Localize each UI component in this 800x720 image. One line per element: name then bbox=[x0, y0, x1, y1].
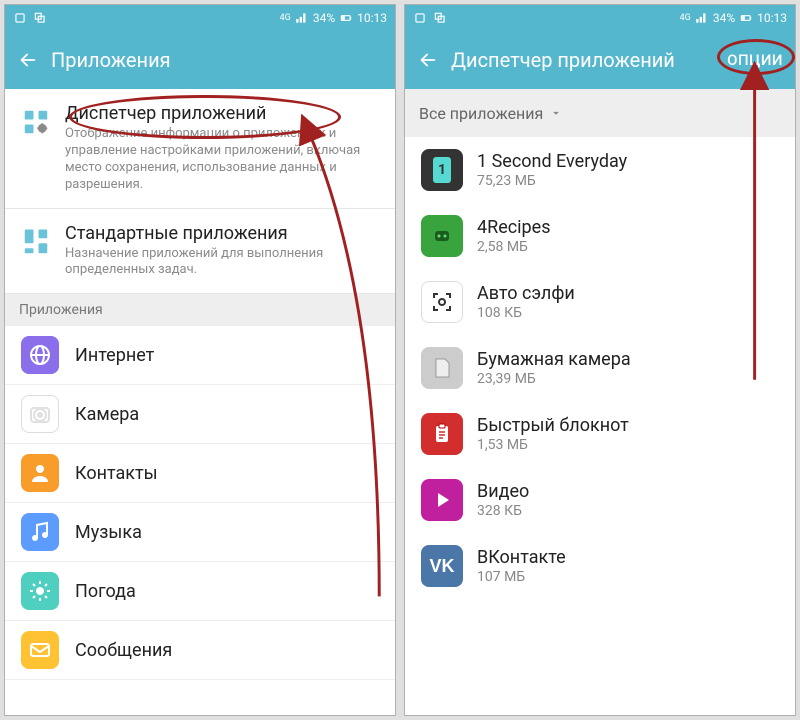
app-name: 4Recipes bbox=[477, 217, 779, 238]
filter-label: Все приложения bbox=[419, 104, 543, 123]
settings-item-subtitle: Отображение информации о приложениях и у… bbox=[65, 126, 379, 194]
app-label: Камера bbox=[75, 404, 379, 425]
app-name: Видео bbox=[477, 481, 779, 502]
network-label: 4G bbox=[280, 13, 291, 23]
app-name: Авто сэлфи bbox=[477, 283, 779, 304]
app-icon bbox=[21, 395, 59, 433]
app-icon bbox=[21, 572, 59, 610]
list-item[interactable]: Музыка bbox=[5, 503, 395, 562]
options-button[interactable]: ОПЦИИ bbox=[727, 51, 783, 69]
app-icon bbox=[421, 215, 463, 257]
section-header: Приложения bbox=[5, 294, 395, 326]
list-item[interactable]: Сообщения bbox=[5, 621, 395, 680]
battery-label: 34% bbox=[313, 11, 335, 25]
battery-icon bbox=[739, 11, 753, 25]
app-label: Музыка bbox=[75, 522, 379, 543]
statusbar: 4G 34% 10:13 bbox=[5, 5, 395, 31]
app-row[interactable]: 4Recipes2,58 МБ bbox=[405, 203, 795, 269]
chevron-down-icon bbox=[549, 106, 563, 120]
app-name: Быстрый блокнот bbox=[477, 415, 779, 436]
app-label: Контакты bbox=[75, 463, 379, 484]
list-item[interactable]: Контакты bbox=[5, 444, 395, 503]
app-icon bbox=[21, 454, 59, 492]
app-name: ВКонтакте bbox=[477, 547, 779, 568]
back-status-icon bbox=[13, 11, 27, 25]
app-size: 107 МБ bbox=[477, 569, 779, 585]
settings-item-title: Диспетчер приложений bbox=[65, 103, 379, 124]
app-name: Бумажная камера bbox=[477, 349, 779, 370]
app-name: 1 Second Everyday bbox=[477, 151, 779, 172]
app-list: Интернет Камера Контакты Музыка Погода Сообще… bbox=[5, 326, 395, 680]
app-size: 108 КБ bbox=[477, 305, 779, 321]
app-size: 23,39 МБ bbox=[477, 371, 779, 387]
app-size: 75,23 МБ bbox=[477, 173, 779, 189]
signal-icon bbox=[295, 11, 309, 25]
app-icon: 1 bbox=[421, 149, 463, 191]
back-status-icon bbox=[413, 11, 427, 25]
app-icon bbox=[421, 413, 463, 455]
app-size: 328 КБ bbox=[477, 503, 779, 519]
app-size: 2,58 МБ bbox=[477, 239, 779, 255]
list-item[interactable]: Погода bbox=[5, 562, 395, 621]
app-list-body: 1 1 Second Everyday75,23 МБ 4Recipes2,58 М… bbox=[405, 137, 795, 715]
battery-label: 34% bbox=[713, 11, 735, 25]
app-list: 1 1 Second Everyday75,23 МБ 4Recipes2,58 М… bbox=[405, 137, 795, 599]
app-label: Интернет bbox=[75, 345, 379, 366]
screenshot-status-icon bbox=[33, 11, 47, 25]
app-row[interactable]: Авто сэлфи108 КБ bbox=[405, 269, 795, 335]
right-phone: 4G 34% 10:13 Диспетчер приложений ОПЦИИ … bbox=[404, 4, 796, 716]
app-label: Сообщения bbox=[75, 640, 379, 661]
header-title: Приложения bbox=[51, 48, 383, 72]
list-item[interactable]: Интернет bbox=[5, 326, 395, 385]
app-icon bbox=[421, 281, 463, 323]
time-label: 10:13 bbox=[357, 11, 387, 25]
app-row[interactable]: 1 1 Second Everyday75,23 МБ bbox=[405, 137, 795, 203]
apps-icon bbox=[21, 227, 51, 257]
app-row[interactable]: VK ВКонтакте107 МБ bbox=[405, 533, 795, 599]
app-icon bbox=[21, 631, 59, 669]
app-icon bbox=[421, 347, 463, 389]
app-icon bbox=[421, 479, 463, 521]
back-arrow-icon[interactable] bbox=[417, 49, 439, 71]
app-row[interactable]: Бумажная камера23,39 МБ bbox=[405, 335, 795, 401]
settings-item-subtitle: Назначение приложений для выполнения опр… bbox=[65, 246, 379, 280]
app-row[interactable]: Быстрый блокнот1,53 МБ bbox=[405, 401, 795, 467]
statusbar: 4G 34% 10:13 bbox=[405, 5, 795, 31]
app-size: 1,53 МБ bbox=[477, 437, 779, 453]
filter-dropdown[interactable]: Все приложения bbox=[405, 89, 795, 137]
settings-body: Диспетчер приложений Отображение информа… bbox=[5, 89, 395, 715]
app-icon bbox=[21, 513, 59, 551]
app-icon bbox=[21, 336, 59, 374]
battery-icon bbox=[339, 11, 353, 25]
app-label: Погода bbox=[75, 581, 379, 602]
apps-icon bbox=[21, 107, 51, 137]
settings-item-default-apps[interactable]: Стандартные приложения Назначение прилож… bbox=[5, 209, 395, 295]
back-arrow-icon[interactable] bbox=[17, 49, 39, 71]
header-title: Диспетчер приложений bbox=[451, 48, 715, 72]
screenshot-status-icon bbox=[433, 11, 447, 25]
settings-item-title: Стандартные приложения bbox=[65, 223, 379, 244]
settings-item-app-manager[interactable]: Диспетчер приложений Отображение информа… bbox=[5, 89, 395, 209]
left-phone: 4G 34% 10:13 Приложения Диспетчер прилож… bbox=[4, 4, 396, 716]
app-row[interactable]: Видео328 КБ bbox=[405, 467, 795, 533]
time-label: 10:13 bbox=[757, 11, 787, 25]
network-label: 4G bbox=[680, 13, 691, 23]
header: Приложения bbox=[5, 31, 395, 89]
header: Диспетчер приложений ОПЦИИ bbox=[405, 31, 795, 89]
signal-icon bbox=[695, 11, 709, 25]
list-item[interactable]: Камера bbox=[5, 385, 395, 444]
app-icon: VK bbox=[421, 545, 463, 587]
